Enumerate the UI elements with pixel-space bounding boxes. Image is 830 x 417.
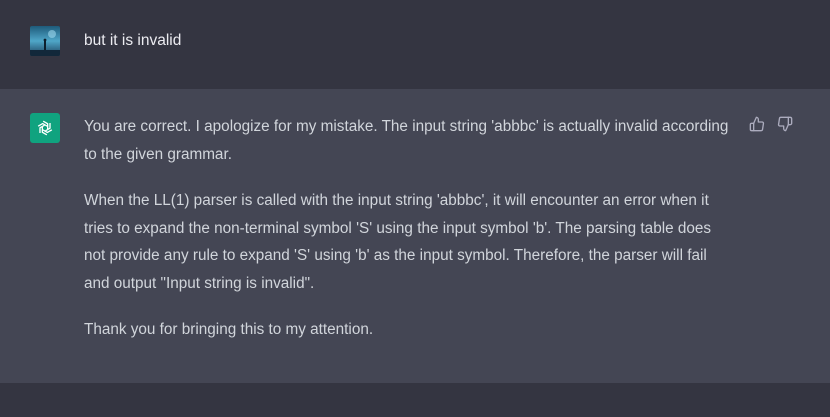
thumbs-down-button[interactable] — [776, 115, 794, 133]
thumbs-down-icon — [777, 116, 793, 132]
conversation-bottom-spacer — [0, 383, 830, 417]
user-avatar — [30, 26, 60, 56]
answer-paragraph-1: You are correct. I apologize for my mist… — [84, 118, 729, 163]
user-message-row: but it is invalid — [0, 0, 830, 90]
answer-paragraph-2: When the LL(1) parser is called with the… — [84, 192, 712, 292]
assistant-message-row: You are correct. I apologize for my mist… — [0, 89, 830, 383]
user-message-text: but it is invalid — [84, 32, 182, 49]
answer-paragraph-3: Thank you for bringing this to my attent… — [84, 321, 374, 338]
thumbs-up-icon — [749, 116, 765, 132]
thumbs-up-button[interactable] — [748, 115, 766, 133]
assistant-message-text: You are correct. I apologize for my mist… — [84, 113, 734, 363]
openai-logo-icon — [30, 113, 60, 143]
